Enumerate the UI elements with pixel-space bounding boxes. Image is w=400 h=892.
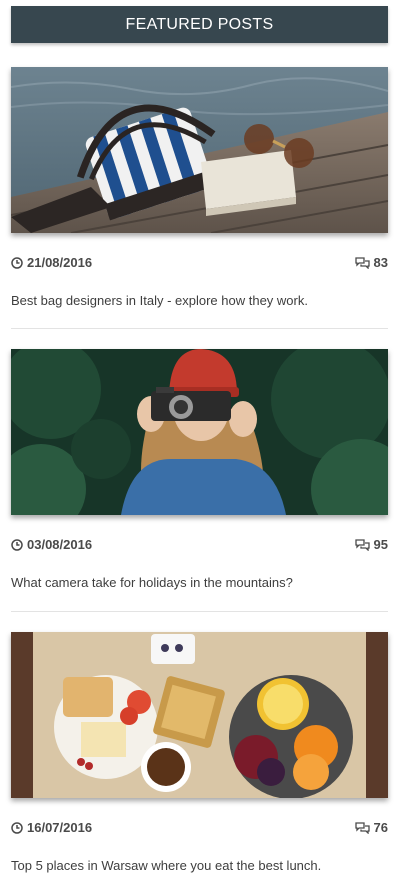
- comments-icon: [354, 256, 370, 269]
- comment-count-text: 95: [373, 537, 388, 552]
- comment-count[interactable]: 76: [354, 820, 388, 835]
- comment-count-text: 76: [373, 820, 388, 835]
- comment-count[interactable]: 95: [354, 537, 388, 552]
- post-card[interactable]: 21/08/2016 83 Best bag designers in Ital…: [11, 67, 388, 309]
- clock-icon: [11, 538, 23, 551]
- divider: [11, 328, 388, 329]
- post-date: 03/08/2016: [11, 537, 92, 552]
- post-title[interactable]: Best bag designers in Italy - explore ho…: [11, 293, 388, 309]
- post-title[interactable]: What camera take for holidays in the mou…: [11, 575, 388, 591]
- divider: [11, 611, 388, 612]
- clock-icon: [11, 821, 23, 834]
- post-title[interactable]: Top 5 places in Warsaw where you eat the…: [11, 858, 388, 874]
- post-date-text: 16/07/2016: [27, 820, 93, 835]
- post-image-camera[interactable]: [11, 349, 388, 515]
- post-date-text: 21/08/2016: [27, 255, 93, 270]
- post-date-text: 03/08/2016: [27, 537, 93, 552]
- comments-icon: [354, 538, 370, 551]
- comments-icon: [354, 821, 370, 834]
- header-title: FEATURED POSTS: [125, 15, 274, 33]
- post-date: 21/08/2016: [11, 255, 92, 270]
- post-card[interactable]: 16/07/2016 76 Top 5 places in Warsaw whe…: [11, 632, 388, 874]
- post-card[interactable]: 03/08/2016 95 What camera take for holid…: [11, 349, 388, 591]
- comment-count[interactable]: 83: [354, 255, 388, 270]
- post-date: 16/07/2016: [11, 820, 92, 835]
- clock-icon: [11, 256, 23, 269]
- comment-count-text: 83: [373, 255, 388, 270]
- post-image-bag[interactable]: [11, 67, 388, 233]
- post-image-lunch[interactable]: [11, 632, 388, 798]
- featured-posts-header: FEATURED POSTS: [11, 6, 388, 43]
